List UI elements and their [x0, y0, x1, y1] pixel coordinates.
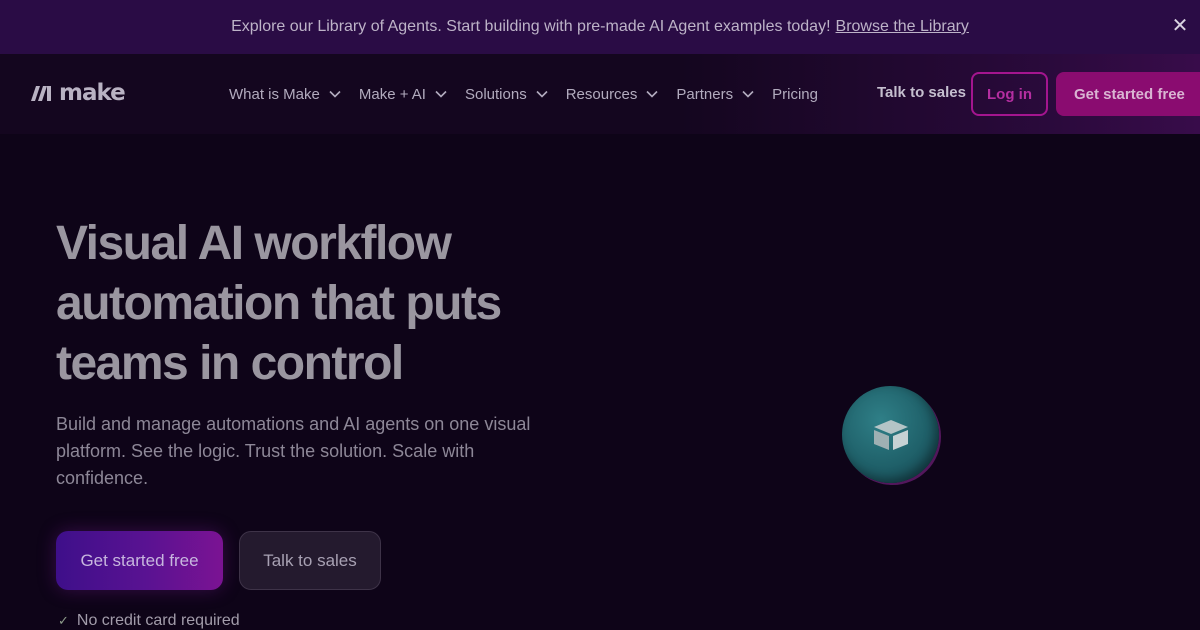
chevron-down-icon: [536, 90, 548, 98]
menu-item-what-is-make[interactable]: What is Make: [229, 86, 341, 103]
make-logo-icon: [31, 86, 51, 101]
menu-item-solutions[interactable]: Solutions: [465, 86, 548, 103]
check-icon: ✓: [58, 613, 69, 628]
login-button[interactable]: Log in: [971, 72, 1048, 116]
announcement-banner: Explore our Library of Agents. Start bui…: [0, 0, 1200, 54]
logo-wordmark: make: [59, 80, 126, 106]
chevron-down-icon: [435, 90, 447, 98]
hero-subtitle: Build and manage automations and AI agen…: [56, 414, 531, 488]
no-credit-card-note: ✓ No credit card required: [58, 612, 240, 630]
get-started-button[interactable]: Get started free: [56, 531, 223, 590]
hero-title: Visual AI workflow automation that puts …: [56, 217, 502, 390]
close-icon[interactable]: ✕: [1170, 16, 1190, 36]
chevron-down-icon: [742, 90, 754, 98]
get-started-nav-button[interactable]: Get started free: [1056, 72, 1200, 116]
menu-item-label: Solutions: [464, 85, 527, 103]
menu-item-label: Partners: [676, 85, 734, 103]
browse-library-link[interactable]: Browse the Library: [836, 18, 969, 36]
menu-item-label: What is Make: [229, 85, 320, 103]
banner-text: Explore our Library of Agents. Start bui…: [231, 18, 831, 35]
talk-to-sales-link[interactable]: Talk to sales: [877, 84, 966, 101]
main-menu: What is Make Make + AI Solutions Resourc…: [229, 82, 836, 106]
menu-item-partners[interactable]: Partners: [676, 86, 754, 103]
menu-item-resources[interactable]: Resources: [566, 86, 659, 103]
chevron-down-icon: [646, 90, 658, 98]
menu-item-label: Make + AI: [358, 85, 426, 103]
menu-item-label: Pricing: [772, 85, 818, 103]
menu-item-label: Resources: [565, 85, 638, 103]
chevron-down-icon: [329, 90, 341, 98]
box-icon: [873, 419, 908, 450]
talk-to-sales-button[interactable]: Talk to sales: [239, 531, 381, 590]
menu-item-pricing[interactable]: Pricing: [772, 86, 818, 103]
make-logo[interactable]: make: [30, 78, 126, 108]
note-text: No credit card required: [76, 612, 240, 629]
app-orb: [842, 386, 939, 483]
menu-item-make-ai[interactable]: Make + AI: [359, 86, 447, 103]
